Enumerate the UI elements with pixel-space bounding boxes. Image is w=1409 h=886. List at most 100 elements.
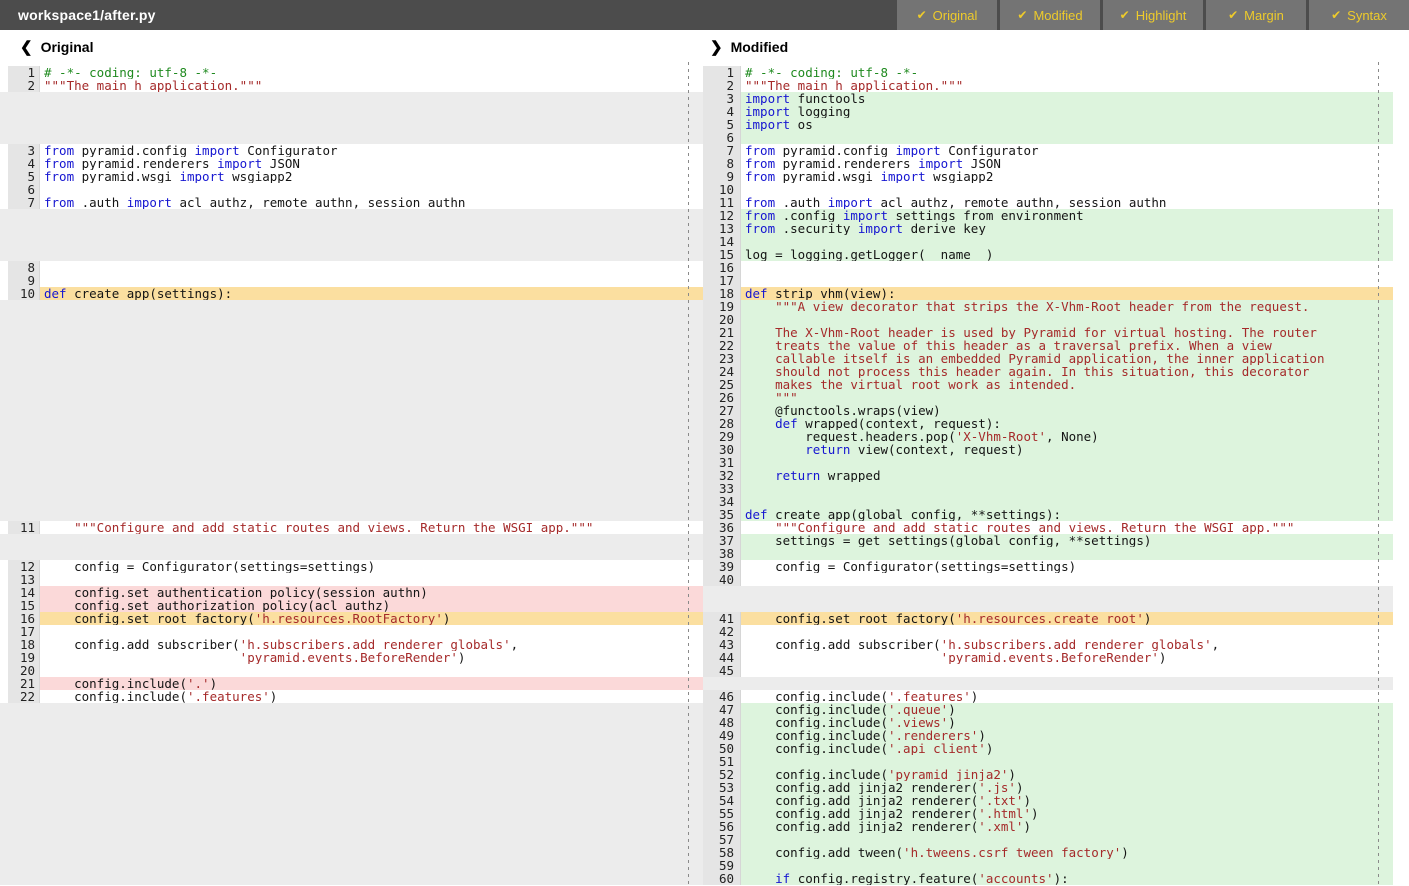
diff-row-left: 1# -*- coding: utf-8 -*- [0, 66, 703, 79]
modified-pane-header[interactable]: ❯ Modified [710, 38, 788, 56]
toggle-original-button[interactable]: ✔Original [897, 0, 997, 30]
line-number: 19 [8, 651, 40, 664]
text-token: log = logging.getLogger(__name__) [745, 248, 993, 261]
line-number: 14 [703, 235, 741, 248]
code-line [741, 586, 1393, 599]
text-token: strip_vhm(view): [768, 287, 896, 300]
text-token: ) [443, 612, 451, 625]
diff-row-left: 18 config.add_subscriber('h.subscribers.… [0, 638, 703, 651]
text-token [745, 443, 805, 456]
original-pane-header[interactable]: ❮ Original [20, 38, 93, 56]
text-token: config.registry.feature( [790, 872, 978, 885]
line-number: 2 [8, 79, 40, 92]
text-token: .auth [74, 196, 127, 209]
diff-row-right [703, 586, 1393, 599]
code-line: from pyramid.renderers import JSON [40, 157, 703, 170]
pane-edge [0, 833, 8, 846]
text-token: wsgiapp2 [926, 170, 994, 183]
original-pane-label: Original [41, 39, 94, 55]
line-number: 43 [703, 638, 741, 651]
diff-row-right: 25 makes the virtual root work as intend… [703, 378, 1393, 391]
text-token: Configurator [240, 144, 338, 157]
pane-edge [0, 534, 8, 547]
code-line [40, 742, 703, 755]
text-token: logging [790, 105, 850, 118]
line-number: 20 [8, 664, 40, 677]
text-token: os [790, 118, 813, 131]
pane-edge [0, 612, 8, 625]
text-token: , [1212, 638, 1220, 651]
code-line: from .security import derive_key [741, 222, 1393, 235]
line-number [8, 820, 40, 833]
toggle-margin-button[interactable]: ✔Margin [1206, 0, 1306, 30]
diff-row-right: 56 config.add_jinja2_renderer('.xml') [703, 820, 1393, 833]
diff-row-left [0, 755, 703, 768]
line-number: 42 [703, 625, 741, 638]
code-line [40, 833, 703, 846]
pane-edge [0, 365, 8, 378]
code-line: def create_app(global_config, **settings… [741, 508, 1393, 521]
check-icon: ✔ [1120, 8, 1130, 22]
diff-row-right: 6 [703, 131, 1393, 144]
diff-row-right: 47 config.include('.queue') [703, 703, 1393, 716]
keyword-token: from [745, 209, 775, 222]
diff-row-left: 4from pyramid.renderers import JSON [0, 157, 703, 170]
diff-row-right: 51 [703, 755, 1393, 768]
diff-row-right: 2"""The main h application.""" [703, 79, 1393, 92]
line-number: 17 [8, 625, 40, 638]
line-number [8, 391, 40, 404]
diff-row-left [0, 716, 703, 729]
keyword-token: import [745, 105, 790, 118]
diff-row-left [0, 417, 703, 430]
diff-row-right: 17 [703, 274, 1393, 287]
line-number [8, 378, 40, 391]
line-number: 46 [703, 690, 741, 703]
line-number: 3 [8, 144, 40, 157]
code-line [741, 547, 1393, 560]
line-number: 6 [8, 183, 40, 196]
code-line [40, 859, 703, 872]
string-token: '.api_client' [888, 742, 986, 755]
diff-row-right: 4import logging [703, 105, 1393, 118]
keyword-token: from [44, 144, 74, 157]
line-number [8, 248, 40, 261]
toggle-syntax-button[interactable]: ✔Syntax [1309, 0, 1409, 30]
code-line: settings = get_settings(global_config, *… [741, 534, 1393, 547]
code-line [40, 248, 703, 261]
line-number: 54 [703, 794, 741, 807]
pane-headers: ❮ Original ❯ Modified [0, 30, 1409, 62]
diff-row-right: 33 [703, 482, 1393, 495]
pane-edge [0, 378, 8, 391]
keyword-token: from [745, 170, 775, 183]
string-token: """A view decorator that strips the X-Vh… [775, 300, 1309, 313]
pane-edge [0, 313, 8, 326]
diff-row-left: 2"""The main h application.""" [0, 79, 703, 92]
pane-edge [0, 404, 8, 417]
pane-edge [0, 820, 8, 833]
line-number: 34 [703, 495, 741, 508]
diff-row-left [0, 547, 703, 560]
line-number: 11 [703, 196, 741, 209]
diff-row-right: 12from .config import settings_from_envi… [703, 209, 1393, 222]
line-number: 15 [703, 248, 741, 261]
toggle-modified-button[interactable]: ✔Modified [1000, 0, 1100, 30]
line-number [8, 118, 40, 131]
line-number [8, 443, 40, 456]
toggle-highlight-button[interactable]: ✔Highlight [1103, 0, 1203, 30]
text-token: JSON [963, 157, 1001, 170]
line-number: 56 [703, 820, 741, 833]
line-number: 18 [8, 638, 40, 651]
diff-row-right: 40 [703, 573, 1393, 586]
line-number: 60 [703, 872, 741, 885]
code-line [40, 534, 703, 547]
line-number: 5 [8, 170, 40, 183]
line-number: 28 [703, 417, 741, 430]
line-number: 4 [8, 157, 40, 170]
diff-row-left [0, 729, 703, 742]
diff-row-left: 13 [0, 573, 703, 586]
line-number: 25 [703, 378, 741, 391]
code-line [40, 261, 703, 274]
line-number: 9 [8, 274, 40, 287]
line-number: 19 [703, 300, 741, 313]
line-number [8, 755, 40, 768]
